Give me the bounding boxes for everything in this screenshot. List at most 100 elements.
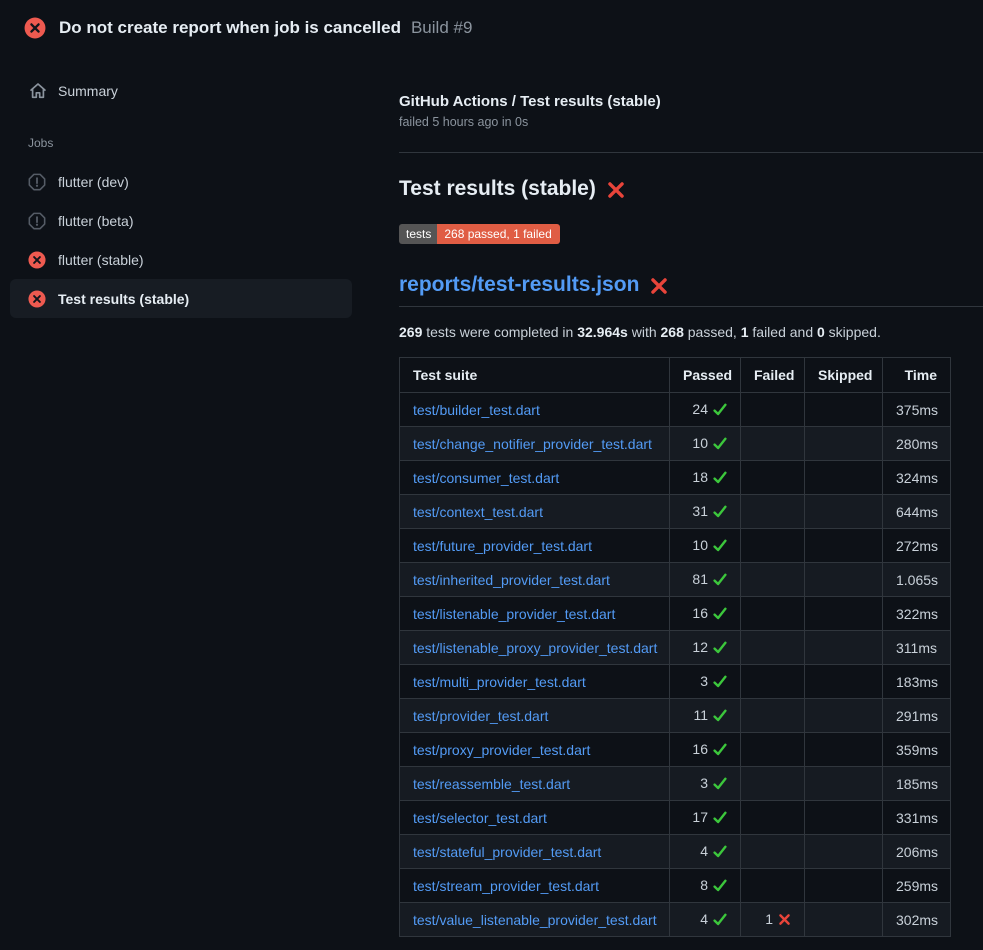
jobs-sidebar: Summary Jobs flutter (dev)flutter (beta)… <box>0 56 399 318</box>
header-divider <box>399 152 983 153</box>
test-suite-link[interactable]: test/builder_test.dart <box>413 402 540 418</box>
tests-status-badge: tests 268 passed, 1 failed <box>399 224 560 244</box>
check-icon <box>713 743 727 759</box>
job-label: flutter (beta) <box>58 213 133 229</box>
count-value: 11 <box>693 707 708 723</box>
passed-cell: 17 <box>670 801 741 835</box>
cancelled-icon <box>28 212 46 230</box>
count-value: 8 <box>700 877 708 893</box>
time-cell: 185ms <box>883 767 951 801</box>
check-run-page: Do not create report when job is cancell… <box>0 0 983 950</box>
check-icon <box>713 607 727 623</box>
failed-cell <box>741 495 805 529</box>
check-icon <box>713 471 727 487</box>
failed-cell <box>741 733 805 767</box>
test-suite-link[interactable]: test/stateful_provider_test.dart <box>413 844 601 860</box>
skipped-cell <box>805 563 883 597</box>
sidebar-job-item[interactable]: flutter (stable) <box>10 240 352 279</box>
skipped-cell <box>805 869 883 903</box>
failed-x-circle-icon <box>24 17 46 39</box>
job-label: flutter (dev) <box>58 174 129 190</box>
test-suite-link[interactable]: test/listenable_proxy_provider_test.dart <box>413 640 657 656</box>
test-suite-link[interactable]: test/multi_provider_test.dart <box>413 674 586 690</box>
test-suite-link[interactable]: test/context_test.dart <box>413 504 543 520</box>
test-suite-link[interactable]: test/value_listenable_provider_test.dart <box>413 912 657 928</box>
sidebar-job-item[interactable]: Test results (stable) <box>10 279 352 318</box>
test-suite-cell: test/stream_provider_test.dart <box>400 869 670 903</box>
time-cell: 324ms <box>883 461 951 495</box>
test-suite-link[interactable]: test/proxy_provider_test.dart <box>413 742 590 758</box>
count-value: 3 <box>700 775 708 791</box>
count-value: 10 <box>692 435 708 451</box>
summary-part: tests were completed in <box>422 324 577 340</box>
passed-cell: 12 <box>670 631 741 665</box>
test-suite-cell: test/context_test.dart <box>400 495 670 529</box>
table-row: test/change_notifier_provider_test.dart 1… <box>400 427 951 461</box>
cross-icon <box>778 913 791 929</box>
table-row: test/context_test.dart31644ms <box>400 495 951 529</box>
time-cell: 322ms <box>883 597 951 631</box>
skipped-cell <box>805 767 883 801</box>
table-row: test/listenable_provider_test.dart16322m… <box>400 597 951 631</box>
table-row: test/future_provider_test.dart10272ms <box>400 529 951 563</box>
test-suite-link[interactable]: test/provider_test.dart <box>413 708 548 724</box>
table-row: test/selector_test.dart 17 331ms <box>400 801 951 835</box>
time-cell: 359ms <box>883 733 951 767</box>
passed-cell: 10 <box>670 427 741 461</box>
column-header: Skipped <box>805 358 883 393</box>
test-suite-link[interactable]: test/consumer_test.dart <box>413 470 559 486</box>
sidebar-job-item[interactable]: flutter (dev) <box>10 162 352 201</box>
check-icon <box>713 709 727 725</box>
summary-part: failed and <box>749 324 818 340</box>
skipped-cell <box>805 529 883 563</box>
test-suite-link[interactable]: test/stream_provider_test.dart <box>413 878 599 894</box>
section-title-text: Test results (stable) <box>399 177 596 201</box>
time-cell: 331ms <box>883 801 951 835</box>
cancelled-icon <box>28 173 46 191</box>
summary-part: with <box>628 324 661 340</box>
failed-cross-icon <box>607 181 625 199</box>
test-suite-link[interactable]: test/reassemble_test.dart <box>413 776 570 792</box>
main-content: GitHub Actions / Test results (stable) f… <box>399 56 983 937</box>
failed-cell <box>741 665 805 699</box>
failed-cell <box>741 393 805 427</box>
report-file-link[interactable]: reports/test-results.json <box>399 273 639 297</box>
sidebar-item-summary[interactable]: Summary <box>29 82 399 100</box>
passed-cell: 81 <box>670 563 741 597</box>
test-suite-link[interactable]: test/selector_test.dart <box>413 810 547 826</box>
sidebar-job-item[interactable]: flutter (beta) <box>10 201 352 240</box>
table-row: test/provider_test.dart11291ms <box>400 699 951 733</box>
passed-cell: 24 <box>670 393 741 427</box>
test-suite-cell: test/proxy_provider_test.dart <box>400 733 670 767</box>
test-suite-link[interactable]: test/future_provider_test.dart <box>413 538 592 554</box>
column-header: Time <box>883 358 951 393</box>
time-cell: 311ms <box>883 631 951 665</box>
run-status-text: failed 5 hours ago in 0s <box>399 115 983 129</box>
breadcrumb: GitHub Actions / Test results (stable) <box>399 93 983 110</box>
check-icon <box>713 777 727 793</box>
test-suite-cell: test/selector_test.dart <box>400 801 670 835</box>
failed-x-circle-icon <box>28 251 46 269</box>
time-cell: 644ms <box>883 495 951 529</box>
check-icon <box>713 437 727 453</box>
check-icon <box>713 879 727 895</box>
table-row: test/value_listenable_provider_test.dart… <box>400 903 951 937</box>
table-row: test/proxy_provider_test.dart16359ms <box>400 733 951 767</box>
test-suite-link[interactable]: test/inherited_provider_test.dart <box>413 572 610 588</box>
summary-part: 269 <box>399 324 422 340</box>
check-icon <box>713 811 727 827</box>
skipped-cell <box>805 733 883 767</box>
test-suite-cell: test/listenable_proxy_provider_test.dart <box>400 631 670 665</box>
summary-part: passed, <box>684 324 741 340</box>
skipped-cell <box>805 631 883 665</box>
count-value: 3 <box>700 673 708 689</box>
table-row: test/stateful_provider_test.dart4206ms <box>400 835 951 869</box>
test-suite-link[interactable]: test/listenable_provider_test.dart <box>413 606 615 622</box>
check-icon <box>713 845 727 861</box>
summary-part: 0 <box>817 324 825 340</box>
test-suite-cell: test/future_provider_test.dart <box>400 529 670 563</box>
test-suite-link[interactable]: test/change_notifier_provider_test.dart <box>413 436 652 452</box>
skipped-cell <box>805 835 883 869</box>
failed-cell <box>741 563 805 597</box>
job-label: Test results (stable) <box>58 291 189 307</box>
